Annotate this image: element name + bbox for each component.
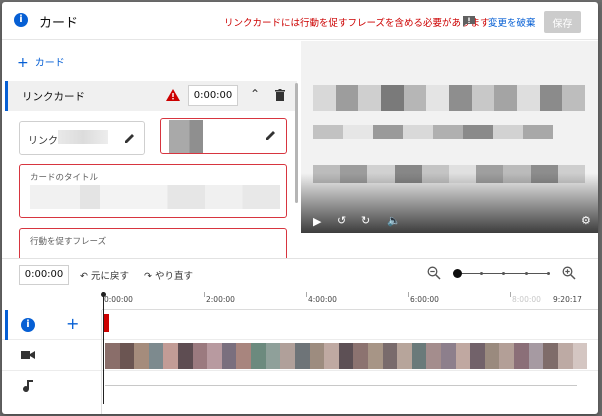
- info-icon: i: [14, 13, 28, 27]
- plus-icon: +: [17, 55, 29, 71]
- pencil-icon[interactable]: [124, 132, 136, 144]
- call-to-action-label: 行動を促すフレーズ: [30, 237, 107, 247]
- pencil-icon[interactable]: [265, 129, 277, 141]
- ruler-tick: [204, 292, 205, 297]
- playhead-line[interactable]: [103, 292, 104, 404]
- rewind-icon[interactable]: ↺: [337, 214, 346, 227]
- ruler-tick: [408, 292, 409, 297]
- link-value-redacted: [58, 130, 108, 144]
- discard-changes-link[interactable]: 変更を破棄: [488, 15, 536, 29]
- ruler-label: 8:00:00: [512, 295, 541, 304]
- volume-icon[interactable]: 🔈: [387, 214, 401, 227]
- save-button[interactable]: 保存: [544, 11, 581, 33]
- card-thumbnail: [169, 120, 203, 153]
- video-frame-redacted: [313, 85, 586, 111]
- redo-label: やり直す: [155, 271, 194, 282]
- link-card-row[interactable]: リンクカード 0:00:00 ⌃: [5, 81, 297, 111]
- call-to-action-field[interactable]: 行動を促すフレーズ: [19, 228, 287, 258]
- panel-scrollbar[interactable]: [295, 83, 298, 203]
- ruler-label: 0:00:00: [104, 295, 133, 304]
- thumbnail-field[interactable]: [160, 118, 287, 154]
- fast-forward-icon[interactable]: ↻: [361, 214, 370, 227]
- card-type-label: リンクカード: [22, 91, 85, 103]
- gear-icon[interactable]: ⚙: [581, 214, 591, 227]
- cards-editor-dialog: i カード リンクカードには行動を促すフレーズを含める必要があります 変更を破棄…: [2, 2, 598, 414]
- card-title-label: カードのタイトル: [30, 173, 99, 183]
- dialog-header: i カード リンクカードには行動を促すフレーズを含める必要があります 変更を破棄…: [2, 2, 598, 40]
- ruler-tick: [510, 292, 511, 297]
- warning-icon: [166, 89, 180, 101]
- chevron-up-icon[interactable]: ⌃: [250, 87, 260, 101]
- timeline: 0:00:00 2:00:00 4:00:00 6:00:00 8:00:00 …: [2, 292, 598, 414]
- redo-icon: ↷: [144, 271, 152, 282]
- video-frame-redacted: [313, 125, 553, 139]
- link-field-label: リンク:: [28, 136, 62, 147]
- ruler-label-end: 9:20:17: [553, 295, 582, 304]
- dialog-title: カード: [39, 16, 79, 31]
- undo-icon: ↶: [80, 271, 88, 282]
- add-card-label: カード: [34, 58, 65, 69]
- video-filmstrip: [105, 343, 587, 369]
- card-start-time-input[interactable]: 0:00:00: [188, 85, 238, 106]
- audio-waveform: [105, 385, 577, 386]
- ruler-label: 4:00:00: [308, 295, 337, 304]
- play-icon[interactable]: ▶: [313, 215, 321, 228]
- card-list-panel: + カード リンクカード 0:00:00 ⌃ リンク: カードのタイトル 行動を…: [2, 41, 300, 258]
- redo-button[interactable]: ↷ やり直す: [144, 268, 193, 282]
- zoom-step: [480, 272, 483, 275]
- timeline-ruler: 0:00:00 2:00:00 4:00:00 6:00:00 8:00:00 …: [102, 292, 598, 310]
- undo-label: 元に戻す: [91, 271, 130, 282]
- zoom-slider-handle[interactable]: [453, 269, 462, 278]
- ruler-label: 2:00:00: [206, 295, 235, 304]
- playhead-handle[interactable]: [101, 292, 106, 297]
- zoom-step: [547, 272, 550, 275]
- add-card-button[interactable]: + カード: [17, 54, 65, 71]
- zoom-step: [502, 272, 505, 275]
- track-header-column: [2, 310, 102, 414]
- ruler-label: 6:00:00: [410, 295, 439, 304]
- trash-icon[interactable]: [275, 89, 285, 101]
- zoom-out-icon[interactable]: [427, 266, 441, 280]
- video-preview: ▶ ↺ ↻ 🔈 ⚙: [301, 41, 598, 233]
- ruler-tick: [306, 292, 307, 297]
- error-message: リンクカードには行動を促すフレーズを含める必要があります: [224, 18, 490, 29]
- link-field[interactable]: リンク:: [19, 121, 145, 155]
- feedback-icon[interactable]: [462, 15, 476, 27]
- zoom-in-icon[interactable]: [562, 266, 576, 280]
- card-title-value-redacted: [30, 185, 280, 209]
- undo-button[interactable]: ↶ 元に戻す: [80, 268, 129, 282]
- timeline-toolbar: 0:00:00 ↶ 元に戻す ↷ やり直す: [2, 258, 598, 292]
- card-title-field[interactable]: カードのタイトル: [19, 164, 287, 218]
- timeline-time-input[interactable]: 0:00:00: [19, 265, 69, 285]
- zoom-step: [525, 272, 528, 275]
